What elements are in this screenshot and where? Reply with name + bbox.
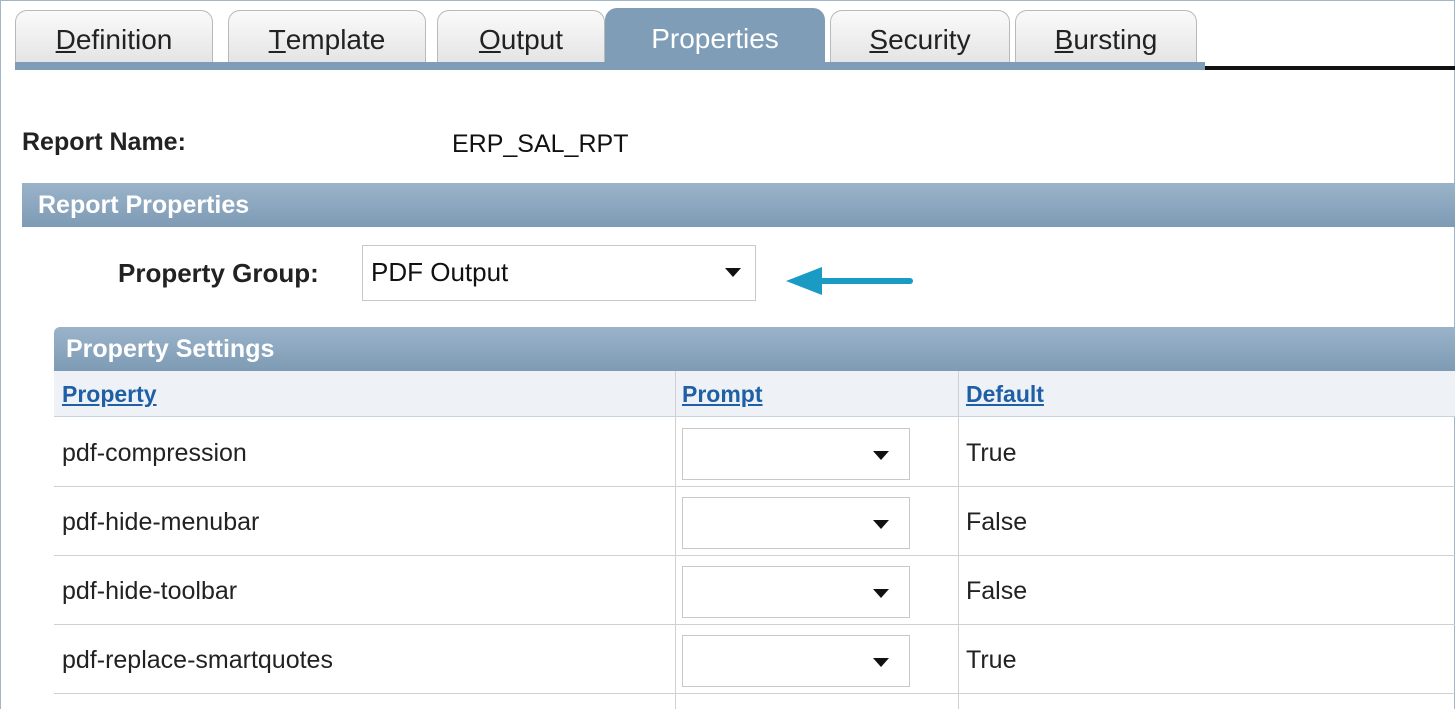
prompt-select[interactable] xyxy=(682,566,910,618)
tab-underline-rule xyxy=(1205,66,1455,70)
tab-underline xyxy=(15,62,1205,70)
table-row: pdf-hide-menubar False xyxy=(54,488,1455,556)
tab-bursting-accel: B xyxy=(1054,23,1074,55)
tab-template[interactable]: Template xyxy=(228,10,426,68)
default-value: True xyxy=(966,646,1017,674)
property-name: pdf-compression xyxy=(62,439,247,467)
tab-definition-accel: D xyxy=(55,23,76,55)
prompt-select[interactable] xyxy=(682,428,910,480)
tab-output-accel: O xyxy=(478,23,501,55)
report-name-label: Report Name: xyxy=(22,128,186,156)
property-group-value: PDF Output xyxy=(371,257,509,287)
property-name: pdf-hide-menubar xyxy=(62,508,260,536)
property-group-select[interactable]: PDF Output xyxy=(362,245,756,301)
chevron-down-icon xyxy=(873,451,889,460)
table-row: pdf-compression True xyxy=(54,419,1455,487)
table-row: pdf-replace-smartquotes True xyxy=(54,626,1455,694)
default-value: False xyxy=(966,577,1028,605)
chevron-down-icon xyxy=(873,658,889,667)
table-row: pdf-hide-toolbar False xyxy=(54,557,1455,625)
tab-output-label: utput xyxy=(500,23,564,55)
property-group-label: Property Group: xyxy=(118,258,319,288)
tab-output[interactable]: Output xyxy=(437,10,605,68)
report-name-value: ERP_SAL_RPT xyxy=(452,130,629,158)
default-value: False xyxy=(966,508,1028,536)
prompt-select[interactable] xyxy=(682,635,910,687)
chevron-down-icon xyxy=(873,589,889,598)
property-name: pdf-replace-smartquotes xyxy=(62,646,333,674)
tab-template-label: emplate xyxy=(285,23,386,55)
column-header-property[interactable]: Property xyxy=(62,381,157,408)
chevron-down-icon xyxy=(725,268,741,277)
column-header-prompt[interactable]: Prompt xyxy=(682,381,763,408)
chevron-down-icon xyxy=(873,520,889,529)
tab-bursting-label: ursting xyxy=(1073,23,1158,55)
report-properties-header: Report Properties xyxy=(22,183,1455,227)
tab-security-accel: S xyxy=(869,23,889,55)
tab-properties-label: Properties xyxy=(651,22,779,54)
prompt-select[interactable] xyxy=(682,497,910,549)
tab-properties[interactable]: Properties xyxy=(605,8,825,68)
annotation-arrow-icon xyxy=(786,267,913,295)
tab-template-accel: T xyxy=(268,23,286,55)
tab-bursting[interactable]: Bursting xyxy=(1015,10,1197,68)
tab-security[interactable]: Security xyxy=(830,10,1010,68)
property-name: pdf-hide-toolbar xyxy=(62,577,238,605)
property-settings-column-headers: Property Prompt Default xyxy=(54,371,1455,417)
tab-definition[interactable]: Definition xyxy=(15,10,213,68)
column-header-default[interactable]: Default xyxy=(966,381,1044,408)
property-settings-header: Property Settings xyxy=(54,327,1455,371)
default-value: True xyxy=(966,439,1017,467)
tab-bar: Definition Template Output Properties Se… xyxy=(15,8,1455,70)
tab-definition-label: efinition xyxy=(75,23,173,55)
tab-security-label: ecurity xyxy=(888,23,971,55)
